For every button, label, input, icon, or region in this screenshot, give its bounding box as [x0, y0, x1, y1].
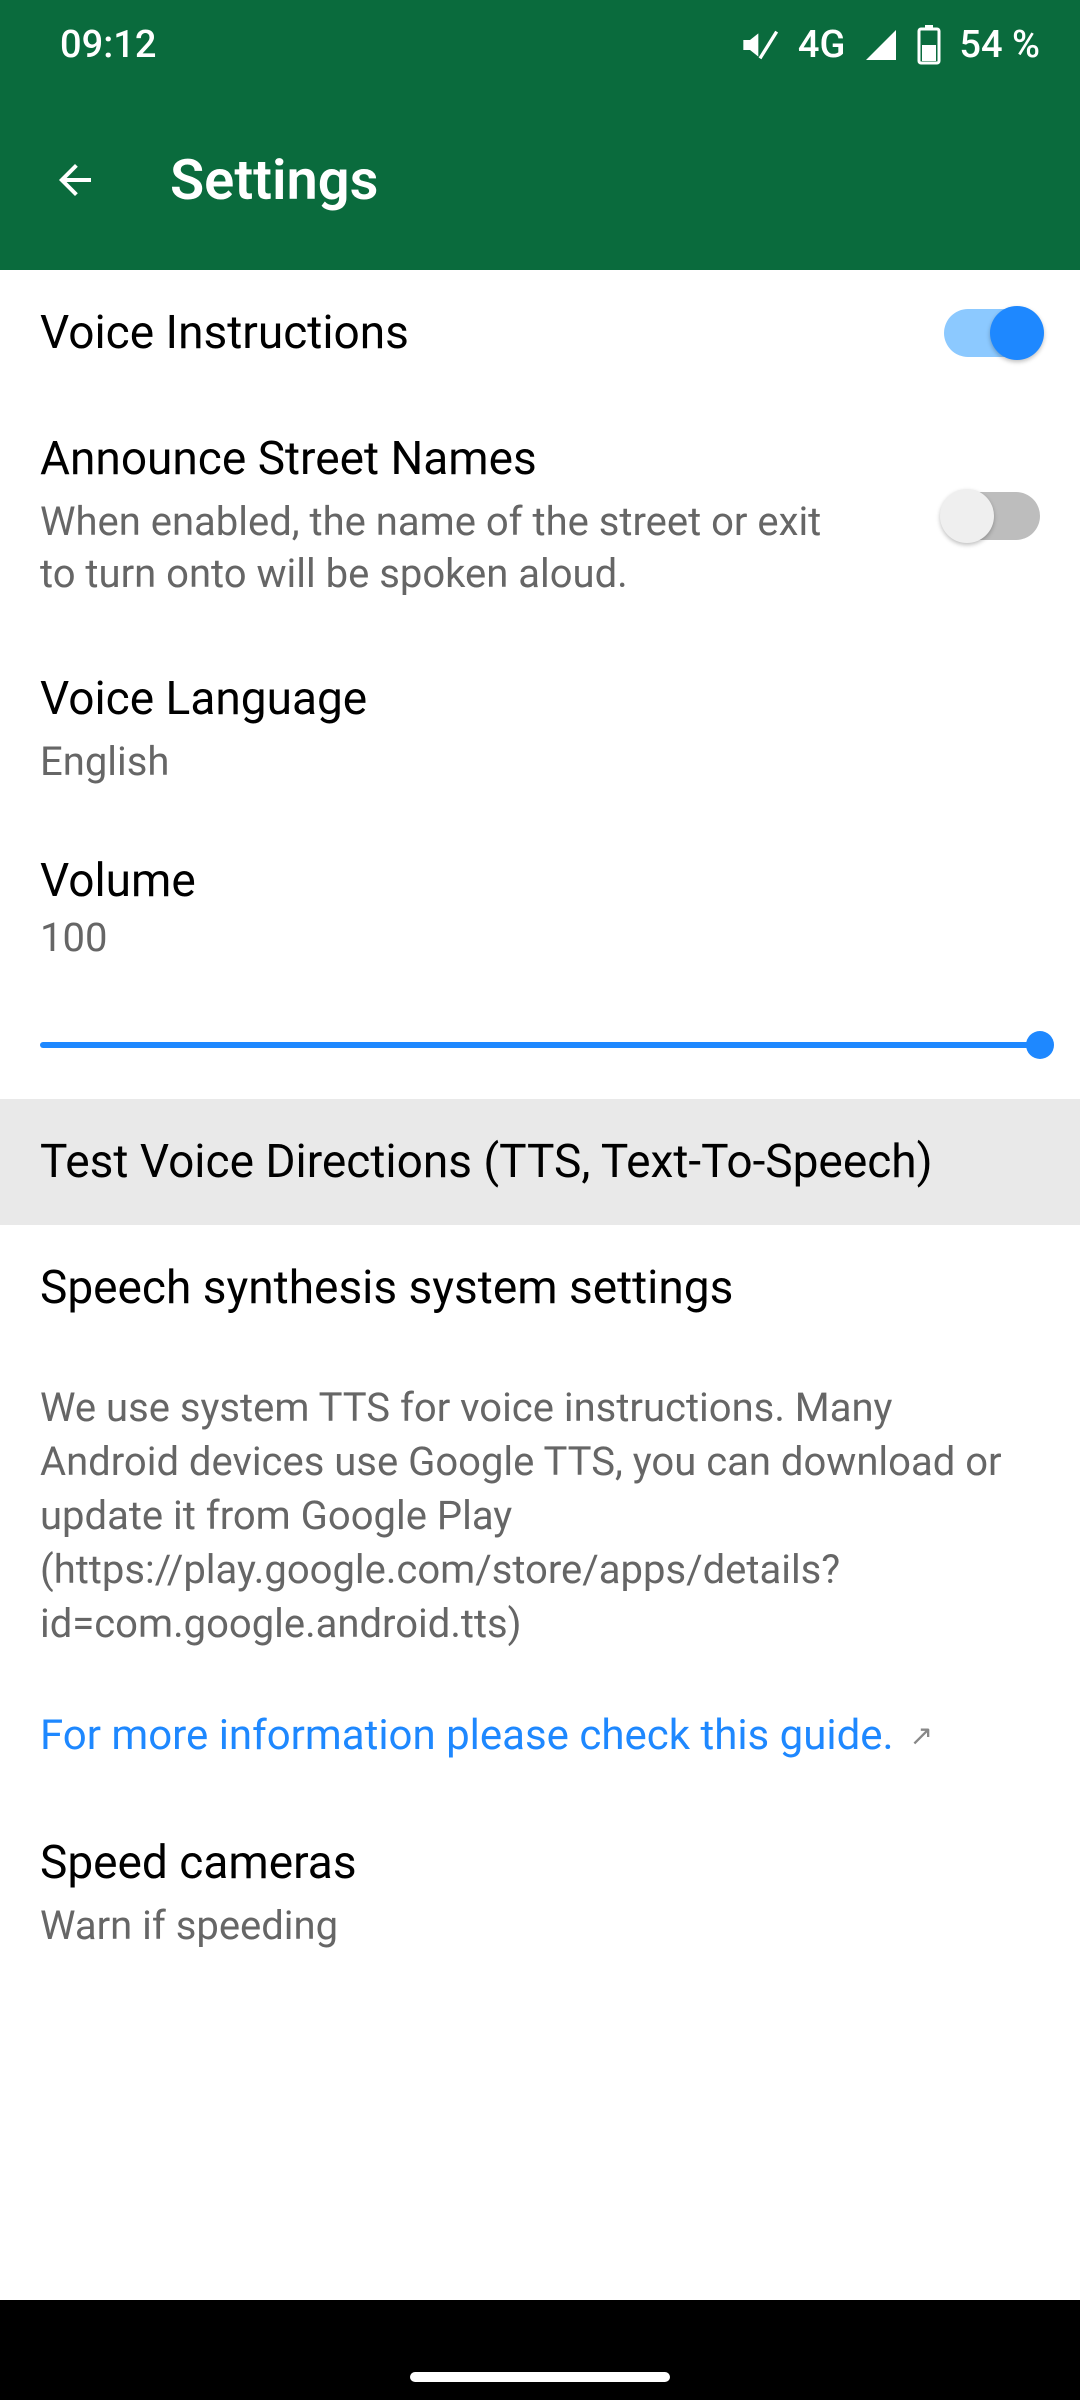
volume-value: 100: [40, 914, 1040, 961]
setting-title: Announce Street Names: [40, 432, 914, 486]
setting-speed-cameras[interactable]: Speed cameras Warn if speeding: [0, 1800, 1080, 1988]
external-link-icon: ↗: [910, 1719, 933, 1752]
tts-guide-link[interactable]: For more information please check this g…: [0, 1681, 1080, 1800]
slider-thumb[interactable]: [1026, 1031, 1054, 1059]
setting-title: Speed cameras: [40, 1836, 1040, 1890]
setting-subtitle: When enabled, the name of the street or …: [40, 496, 860, 600]
settings-list: Voice Instructions Announce Street Names…: [0, 270, 1080, 2300]
voice-instructions-toggle[interactable]: [944, 309, 1040, 357]
network-label: 4G: [798, 23, 845, 67]
status-bar: 09:12 4G 54 %: [0, 0, 1080, 90]
battery-text: 54 %: [959, 23, 1040, 67]
battery-icon: [917, 25, 941, 65]
setting-voice-language[interactable]: Voice Language English: [0, 636, 1080, 824]
tts-info-text: We use system TTS for voice instructions…: [0, 1351, 1080, 1681]
setting-subtitle: Warn if speeding: [40, 1900, 860, 1952]
setting-speech-synthesis[interactable]: Speech synthesis system settings: [0, 1225, 1080, 1351]
setting-volume: Volume 100: [0, 824, 1080, 1099]
section-header-tts: Test Voice Directions (TTS, Text-To-Spee…: [0, 1099, 1080, 1225]
toggle-knob: [990, 306, 1044, 360]
setting-value: English: [40, 736, 860, 788]
mute-icon: [740, 25, 780, 65]
toggle-knob: [940, 489, 994, 543]
slider-track: [40, 1042, 1040, 1048]
page-title: Settings: [170, 147, 378, 213]
setting-title: Speech synthesis system settings: [40, 1261, 1040, 1315]
volume-slider[interactable]: [40, 1031, 1040, 1059]
app-bar: Settings: [0, 90, 1080, 270]
status-time: 09:12: [60, 23, 156, 67]
setting-voice-instructions[interactable]: Voice Instructions: [0, 270, 1080, 396]
announce-street-names-toggle[interactable]: [944, 492, 1040, 540]
nav-pill: [410, 2372, 670, 2382]
setting-title: Volume: [40, 854, 1040, 908]
arrow-left-icon: [51, 156, 99, 204]
setting-announce-street-names[interactable]: Announce Street Names When enabled, the …: [0, 396, 1080, 636]
back-button[interactable]: [40, 145, 110, 215]
link-text: For more information please check this g…: [40, 1711, 894, 1760]
setting-title: Voice Instructions: [40, 306, 914, 360]
signal-icon: [863, 27, 899, 63]
setting-title: Voice Language: [40, 672, 1040, 726]
